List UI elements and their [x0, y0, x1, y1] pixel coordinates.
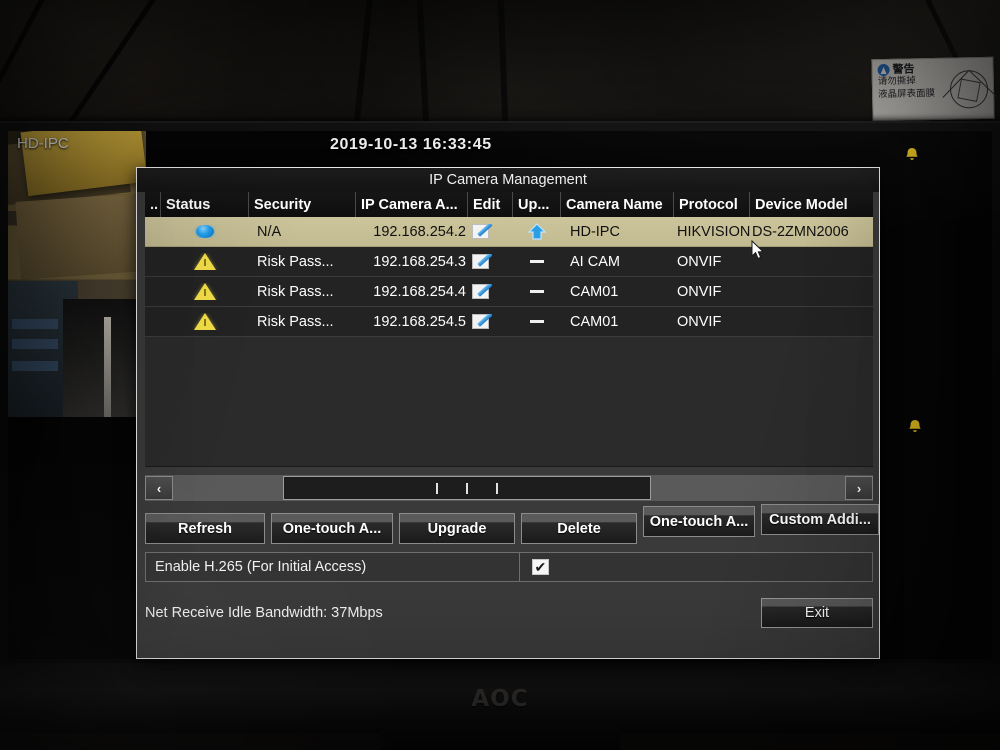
exit-button[interactable]: Exit	[761, 598, 873, 628]
one-touch-activate-button[interactable]: One-touch A...	[271, 513, 393, 544]
row-security: Risk Pass...	[257, 283, 334, 300]
osd-clock: 2019-10-13 16:33:45	[330, 136, 492, 153]
row-upgrade-button[interactable]	[513, 222, 561, 241]
row-edit-button[interactable]	[468, 314, 513, 329]
column-header-status[interactable]: Status	[161, 192, 249, 217]
feed-pole	[104, 317, 111, 417]
column-header-protocol[interactable]: Protocol	[674, 192, 750, 217]
row-camera-name: CAM01	[570, 313, 619, 330]
aoc-logo: AOC	[471, 686, 529, 712]
enable-h265-option-row: Enable H.265 (For Initial Access)	[145, 552, 873, 582]
row-protocol: ONVIF	[677, 313, 722, 330]
pencil-edit-icon	[472, 284, 489, 299]
row-upgrade-cell	[513, 290, 561, 293]
row-camera-name: HD-IPC	[570, 223, 620, 240]
blue-circle-icon	[196, 225, 214, 238]
scroll-right-button[interactable]: ›	[845, 476, 873, 500]
column-header-checkbox[interactable]: ..	[145, 192, 161, 217]
yellow-warning-triangle-icon	[194, 283, 216, 300]
column-header-edit[interactable]: Edit	[468, 192, 513, 217]
column-header-upgrade[interactable]: Up...	[513, 192, 561, 217]
one-touch-add-button[interactable]: One-touch A...	[643, 506, 755, 537]
enable-h265-checkbox[interactable]	[532, 558, 549, 576]
camera-table: .. Status Security IP Camera A... Edit U…	[145, 192, 873, 467]
row-status	[161, 253, 249, 270]
row-security: Risk Pass...	[257, 253, 334, 270]
refresh-button[interactable]: Refresh	[145, 513, 265, 544]
dialog-footer: Net Receive Idle Bandwidth: 37Mbps Exit	[145, 598, 873, 628]
row-status	[161, 283, 249, 300]
warning-triangle-icon	[877, 63, 890, 77]
dialog-title: IP Camera Management	[137, 168, 879, 192]
do-not-remove-icon	[949, 69, 989, 109]
bandwidth-status: Net Receive Idle Bandwidth: 37Mbps	[145, 605, 383, 621]
scrollbar-track[interactable]	[173, 476, 845, 500]
column-header-ip[interactable]: IP Camera A...	[356, 192, 468, 217]
row-ip-address: 192.168.254.2	[373, 223, 466, 240]
row-protocol: HIKVISION	[677, 223, 750, 240]
row-security: N/A	[257, 223, 282, 240]
custom-adding-button[interactable]: Custom Addi...	[761, 504, 879, 535]
monitor-stand	[380, 717, 620, 750]
warning-sticker: 警告 请勿撕掉 液晶屏表面膜	[871, 56, 995, 122]
row-edit-button[interactable]	[468, 224, 513, 239]
dash-icon	[530, 320, 544, 323]
live-view-channel-label: HD-IPC	[17, 135, 69, 152]
upgrade-button[interactable]: Upgrade	[399, 513, 515, 544]
row-camera-name: AI CAM	[570, 253, 620, 270]
dash-icon	[530, 260, 544, 263]
row-protocol: ONVIF	[677, 283, 722, 300]
alarm-bell-icon	[903, 147, 921, 163]
table-header-row: .. Status Security IP Camera A... Edit U…	[145, 192, 873, 217]
row-edit-button[interactable]	[468, 284, 513, 299]
column-header-security[interactable]: Security	[249, 192, 356, 217]
action-button-row: Refresh One-touch A... Upgrade Delete On…	[145, 504, 879, 544]
pencil-edit-icon	[472, 314, 489, 329]
row-security: Risk Pass...	[257, 313, 334, 330]
pencil-edit-icon	[472, 254, 489, 269]
scroll-left-button[interactable]: ‹	[145, 476, 173, 500]
delete-button[interactable]: Delete	[521, 513, 637, 544]
ip-camera-management-dialog: IP Camera Management .. Status Security …	[136, 167, 880, 659]
sticker-title: 警告	[892, 62, 915, 76]
cable	[497, 0, 509, 137]
row-status	[161, 313, 249, 330]
yellow-warning-triangle-icon	[194, 313, 216, 330]
yellow-warning-triangle-icon	[194, 253, 216, 270]
row-edit-button[interactable]	[468, 254, 513, 269]
blue-up-arrow-icon	[527, 222, 547, 240]
pencil-edit-icon	[472, 224, 489, 239]
mouse-cursor	[751, 239, 765, 265]
row-ip-address: 192.168.254.4	[373, 283, 466, 300]
horizontal-scrollbar[interactable]: ‹ ›	[145, 475, 873, 501]
table-row[interactable]: Risk Pass... 192.168.254.5 CAM01 ONVIF	[145, 307, 873, 337]
dash-icon	[530, 290, 544, 293]
cable	[0, 0, 60, 141]
table-row[interactable]: Risk Pass... 192.168.254.4 CAM01 ONVIF	[145, 277, 873, 307]
row-upgrade-cell	[513, 260, 561, 263]
sticker-line-2: 液晶屏表面膜	[877, 87, 936, 100]
feed-box	[15, 192, 146, 280]
row-upgrade-cell	[513, 320, 561, 323]
cable	[416, 0, 430, 136]
row-device-model: DS-2ZMN2006	[752, 223, 849, 240]
enable-h265-checkbox-cell[interactable]	[520, 553, 872, 581]
column-header-device-model[interactable]: Device Model	[750, 192, 873, 217]
column-header-camera-name[interactable]: Camera Name	[561, 192, 674, 217]
enable-h265-label: Enable H.265 (For Initial Access)	[146, 553, 520, 581]
row-ip-address: 192.168.254.3	[373, 253, 466, 270]
scrollbar-thumb[interactable]	[283, 476, 651, 500]
row-status	[161, 225, 249, 238]
camera-feed	[8, 131, 146, 417]
row-protocol: ONVIF	[677, 253, 722, 270]
alarm-bell-icon	[906, 419, 924, 435]
row-camera-name: CAM01	[570, 283, 619, 300]
live-view-tile[interactable]: HD-IPC	[8, 131, 146, 417]
cable	[352, 0, 374, 134]
row-ip-address: 192.168.254.5	[373, 313, 466, 330]
